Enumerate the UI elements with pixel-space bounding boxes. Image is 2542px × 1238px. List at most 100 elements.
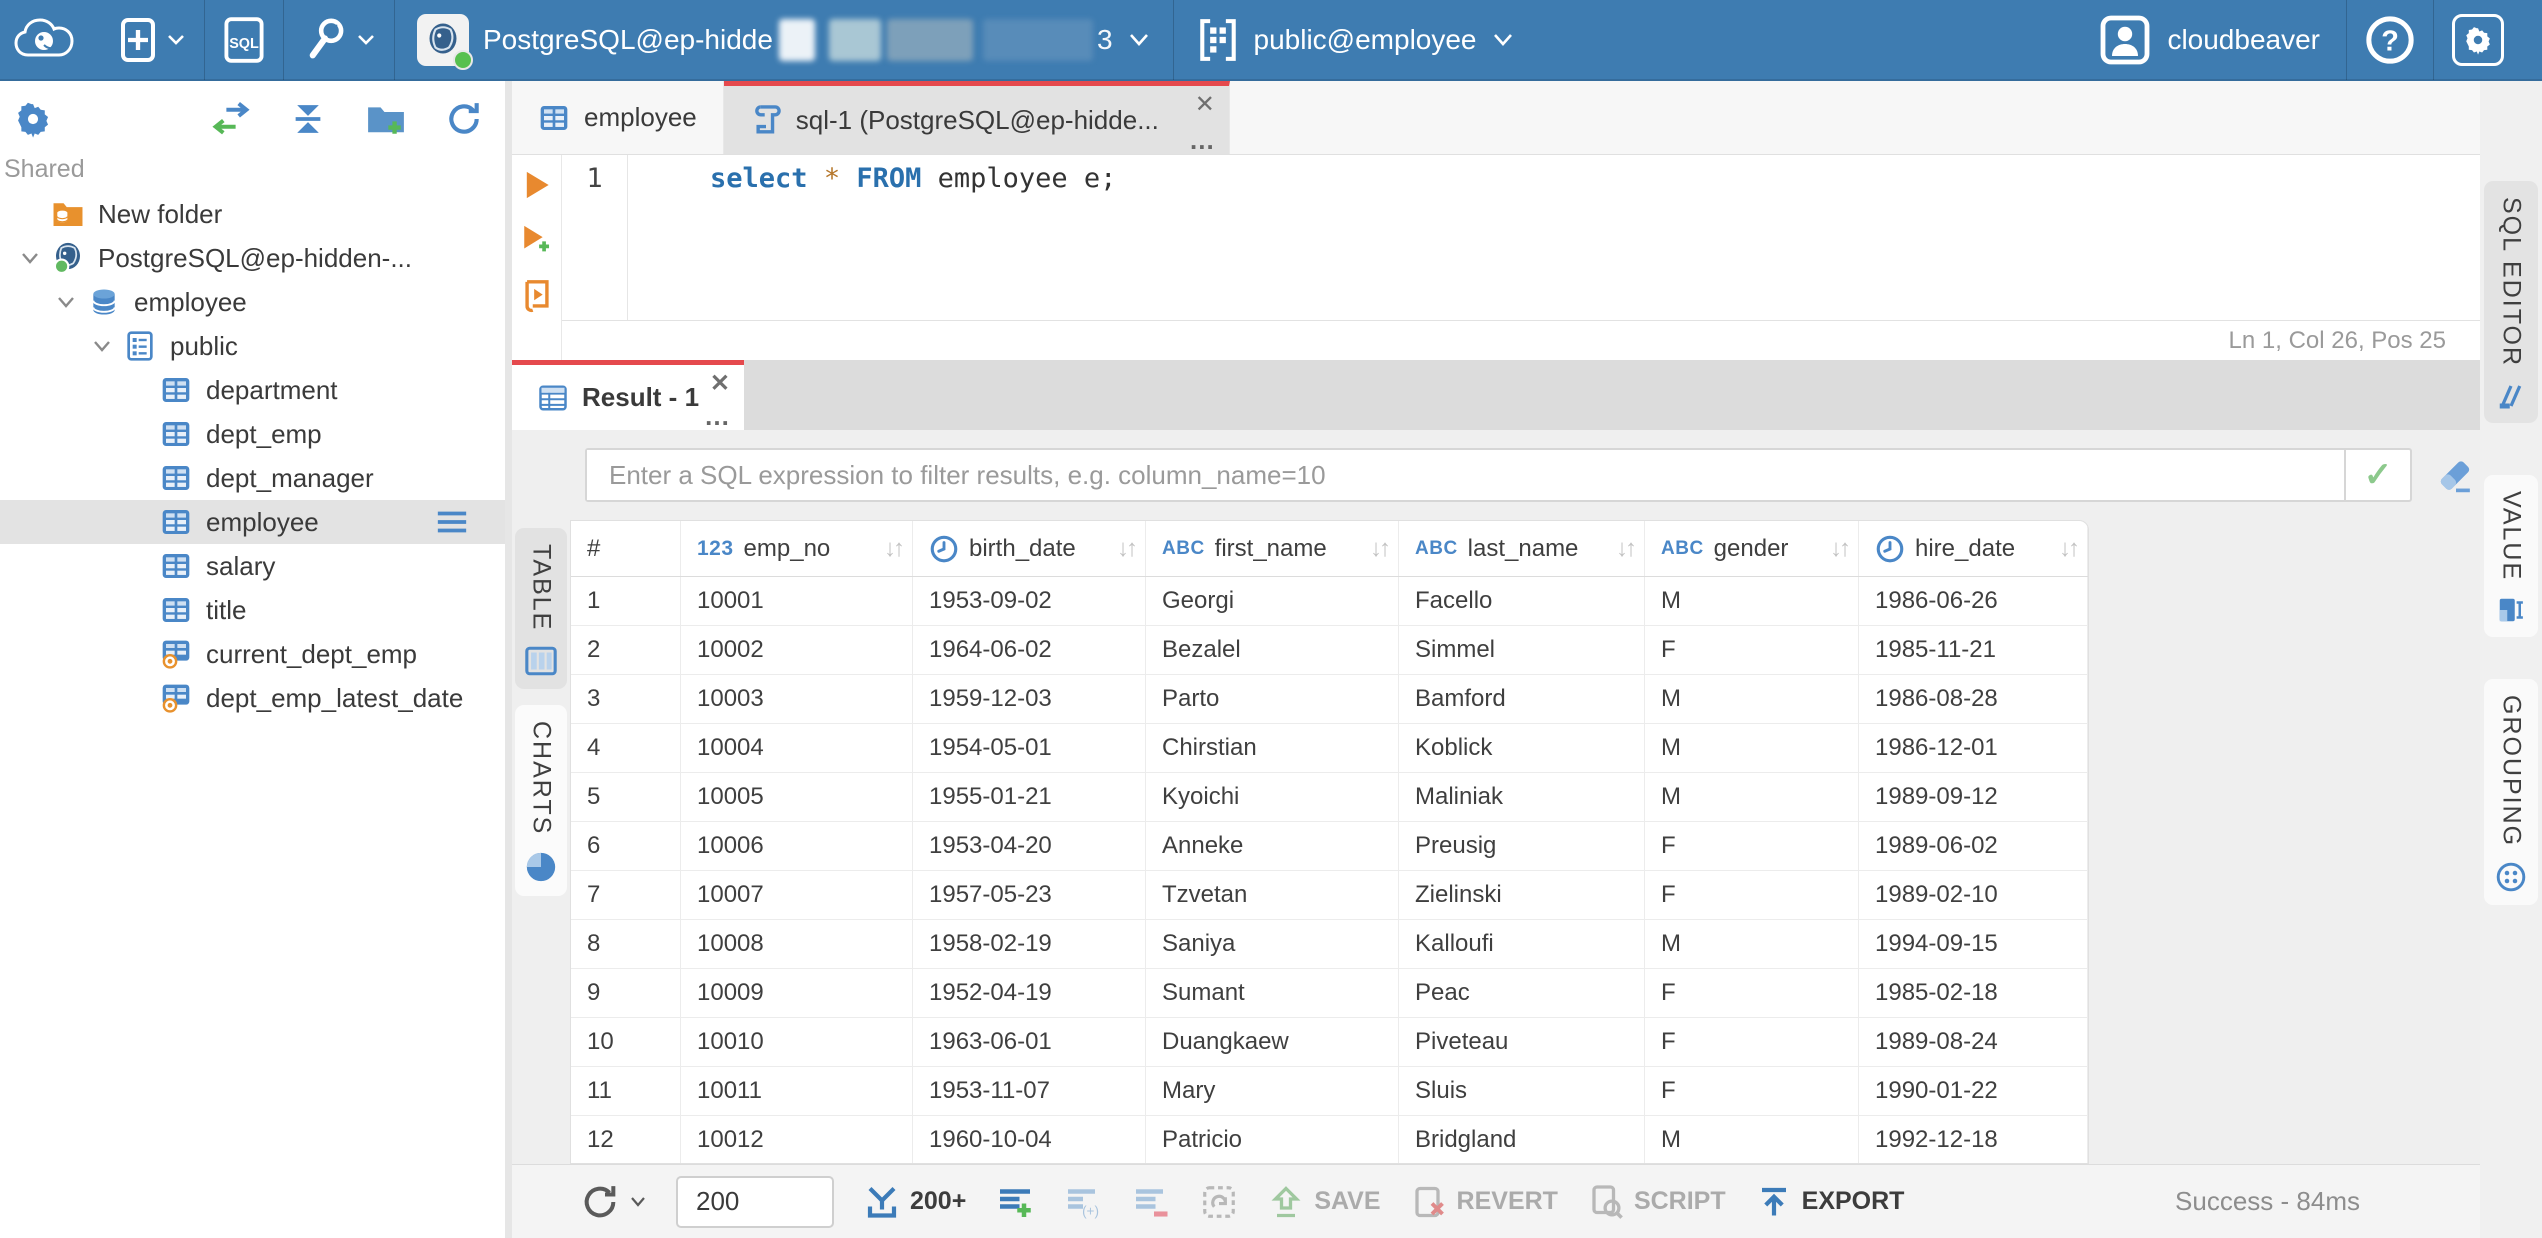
execute-script-button[interactable] xyxy=(521,279,553,313)
grid-cell[interactable]: 10009 xyxy=(681,969,913,1017)
chevron-down-icon[interactable] xyxy=(84,340,120,353)
column-header-emp_no[interactable]: 123 emp_no ↓↑ xyxy=(681,521,913,576)
sort-icon[interactable]: ↓↑ xyxy=(884,535,905,563)
tree-item[interactable]: current_dept_emp xyxy=(0,632,505,676)
grid-cell[interactable]: 1994-09-15 xyxy=(1859,920,2088,968)
sync-connection-icon[interactable] xyxy=(211,102,251,136)
grid-cell[interactable]: Koblick xyxy=(1399,724,1645,772)
grid-cell[interactable]: 10008 xyxy=(681,920,913,968)
duplicate-row-button[interactable]: (+) xyxy=(1064,1184,1102,1220)
eraser-icon[interactable] xyxy=(2434,455,2478,495)
tab-result-1[interactable]: Result - 1 ✕ … xyxy=(512,360,744,432)
tree-item[interactable]: salary xyxy=(0,544,505,588)
grid-cell[interactable]: F xyxy=(1645,969,1859,1017)
grid-cell[interactable]: Kalloufi xyxy=(1399,920,1645,968)
grid-cell[interactable]: Kyoichi xyxy=(1146,773,1399,821)
sort-icon[interactable]: ↓↑ xyxy=(2059,535,2080,563)
row-limit-input[interactable] xyxy=(676,1175,834,1228)
column-header-last_name[interactable]: ABC last_name ↓↑ xyxy=(1399,521,1645,576)
row-number[interactable]: 2 xyxy=(571,626,681,674)
grid-cell[interactable]: 1989-06-02 xyxy=(1859,822,2088,870)
grid-cell[interactable]: 1986-06-26 xyxy=(1859,577,2088,625)
cloudbeaver-logo[interactable] xyxy=(14,17,74,63)
grid-cell[interactable]: 1952-04-19 xyxy=(913,969,1146,1017)
grid-cell[interactable]: Sumant xyxy=(1146,969,1399,1017)
row-number[interactable]: 12 xyxy=(571,1116,681,1163)
grid-cell[interactable]: Parto xyxy=(1146,675,1399,723)
connection-selector[interactable]: PostgreSQL@ep-hidde 3 xyxy=(395,0,1173,79)
grid-cell[interactable]: 10004 xyxy=(681,724,913,772)
grid-cell[interactable]: 1963-06-01 xyxy=(913,1018,1146,1066)
grid-cell[interactable]: 1992-12-18 xyxy=(1859,1116,2088,1163)
grid-cell[interactable]: 10002 xyxy=(681,626,913,674)
help-button[interactable]: ? xyxy=(2347,0,2433,79)
grid-cell[interactable]: F xyxy=(1645,626,1859,674)
add-row-button[interactable] xyxy=(996,1184,1034,1220)
schema-selector[interactable]: public@employee xyxy=(1174,0,1537,79)
grid-cell[interactable]: M xyxy=(1645,675,1859,723)
row-number[interactable]: 6 xyxy=(571,822,681,870)
grid-cell[interactable]: Maliniak xyxy=(1399,773,1645,821)
grid-cell[interactable]: 1990-01-22 xyxy=(1859,1067,2088,1115)
tree-item[interactable]: employee xyxy=(0,500,505,544)
grid-cell[interactable]: 1989-09-12 xyxy=(1859,773,2088,821)
grid-cell[interactable]: 10005 xyxy=(681,773,913,821)
grid-cell[interactable]: Mary xyxy=(1146,1067,1399,1115)
tree-item[interactable]: dept_emp xyxy=(0,412,505,456)
tab-sql-editor-panel[interactable]: SQL EDITOR xyxy=(2484,181,2538,424)
row-number-header[interactable]: # xyxy=(571,521,681,576)
delete-row-button[interactable] xyxy=(1132,1184,1170,1220)
column-header-first_name[interactable]: ABC first_name ↓↑ xyxy=(1146,521,1399,576)
tree-item[interactable]: employee xyxy=(0,280,505,324)
refresh-result-button[interactable] xyxy=(580,1182,646,1222)
grid-cell[interactable]: Tzvetan xyxy=(1146,871,1399,919)
grid-cell[interactable]: 1986-08-28 xyxy=(1859,675,2088,723)
tab-sql-editor[interactable]: sql-1 (PostgreSQL@ep-hidde... ✕ … xyxy=(723,81,1230,155)
grid-cell[interactable]: 1958-02-19 xyxy=(913,920,1146,968)
settings-button[interactable] xyxy=(2434,0,2522,79)
grid-cell[interactable]: Bamford xyxy=(1399,675,1645,723)
grid-cell[interactable]: 10010 xyxy=(681,1018,913,1066)
grid-cell[interactable]: M xyxy=(1645,1116,1859,1163)
chevron-down-icon[interactable] xyxy=(12,252,48,265)
grid-cell[interactable]: F xyxy=(1645,1067,1859,1115)
column-header-gender[interactable]: ABC gender ↓↑ xyxy=(1645,521,1859,576)
refresh-tree-icon[interactable] xyxy=(445,100,483,138)
grid-cell[interactable]: 1959-12-03 xyxy=(913,675,1146,723)
apply-changes-button[interactable] xyxy=(1200,1183,1238,1221)
tree-item[interactable]: New folder xyxy=(0,192,505,236)
grid-cell[interactable]: 10012 xyxy=(681,1116,913,1163)
grid-cell[interactable]: Chirstian xyxy=(1146,724,1399,772)
sort-icon[interactable]: ↓↑ xyxy=(1616,535,1637,563)
sort-icon[interactable]: ↓↑ xyxy=(1830,535,1851,563)
grid-cell[interactable]: Facello xyxy=(1399,577,1645,625)
grid-cell[interactable]: Piveteau xyxy=(1399,1018,1645,1066)
execute-query-button[interactable] xyxy=(522,169,552,201)
grid-cell[interactable]: F xyxy=(1645,822,1859,870)
grid-cell[interactable]: 1985-11-21 xyxy=(1859,626,2088,674)
filter-input[interactable] xyxy=(587,450,2344,500)
grid-cell[interactable]: Bridgland xyxy=(1399,1116,1645,1163)
grid-cell[interactable]: 1955-01-21 xyxy=(913,773,1146,821)
grid-cell[interactable]: 10007 xyxy=(681,871,913,919)
row-number[interactable]: 4 xyxy=(571,724,681,772)
grid-cell[interactable]: M xyxy=(1645,920,1859,968)
grid-cell[interactable]: M xyxy=(1645,724,1859,772)
user-menu[interactable]: cloudbeaver xyxy=(2073,14,2346,66)
grid-cell[interactable]: 1953-09-02 xyxy=(913,577,1146,625)
grid-cell[interactable]: 1957-05-23 xyxy=(913,871,1146,919)
grid-cell[interactable]: Duangkaew xyxy=(1146,1018,1399,1066)
grid-cell[interactable]: 10011 xyxy=(681,1067,913,1115)
tab-menu-icon[interactable]: … xyxy=(704,401,730,432)
tab-table-view[interactable]: TABLE xyxy=(515,528,567,690)
grid-cell[interactable]: 1953-04-20 xyxy=(913,822,1146,870)
item-menu-icon[interactable] xyxy=(435,509,469,535)
chevron-down-icon[interactable] xyxy=(48,296,84,309)
revert-button[interactable]: REVERT xyxy=(1411,1184,1558,1220)
grid-cell[interactable]: Preusig xyxy=(1399,822,1645,870)
grid-cell[interactable]: 1960-10-04 xyxy=(913,1116,1146,1163)
close-icon[interactable]: ✕ xyxy=(710,369,730,398)
grid-cell[interactable]: Saniya xyxy=(1146,920,1399,968)
tree-item[interactable]: dept_manager xyxy=(0,456,505,500)
script-button[interactable]: SCRIPT xyxy=(1588,1184,1726,1220)
